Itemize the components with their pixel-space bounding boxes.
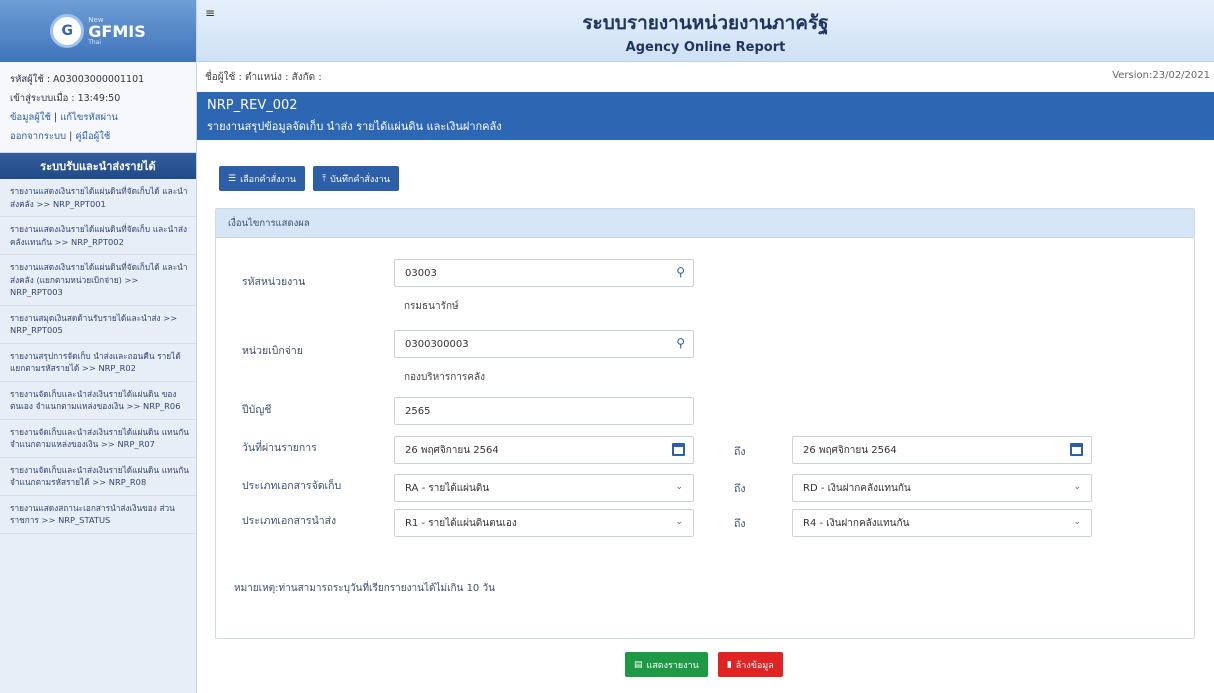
user-info: รหัสผู้ใช้ : A03003000001101 เข้าสู่ระบบ…	[0, 62, 196, 153]
collect-to-value: RD - เงินฝากคลังแทนกัน	[803, 482, 911, 494]
login-time: เข้าสู่ระบบเมื่อ : 13:49:50	[10, 93, 121, 104]
menu-item-rpt003[interactable]: รายงานแสดงเงินรายได้แผ่นดินที่จัดเก็บได้…	[0, 255, 196, 306]
remit-from-value: R1 - รายได้แผ่นดินตนเอง	[405, 517, 517, 529]
select-command-label: เลือกคำสั่งงาน	[240, 174, 297, 185]
fiscal-year-input[interactable]: 2565	[394, 397, 694, 425]
menu-item-rpt001[interactable]: รายงานแสดงเงินรายได้แผ่นดินที่จัดเก็บได้…	[0, 179, 196, 217]
disbursement-name: กองบริหารการคลัง	[404, 372, 485, 383]
fiscal-year-label: ปีบัญชี	[242, 404, 272, 416]
gfmis-logo[interactable]: G New GFMIS Thai	[50, 14, 146, 48]
menu-item-r08[interactable]: รายงานจัดเก็บและนำส่งเงินรายได้แผ่นดิน แ…	[0, 458, 196, 496]
chevron-down-icon: ⌄	[675, 482, 683, 492]
remit-doc-to-select[interactable]: R4 - เงินฝากคลังแทนกัน ⌄	[792, 509, 1092, 537]
app-root: G New GFMIS Thai รหัสผู้ใช้ : A030030000…	[0, 0, 1214, 693]
collect-from-value: RA - รายได้แผ่นดิน	[405, 482, 490, 494]
show-report-button[interactable]: ▤ แสดงรายงาน	[625, 652, 708, 677]
report-icon: ▤	[634, 659, 643, 670]
date-to-value: 26 พฤศจิกายน 2564	[803, 444, 897, 456]
logo-sub-text: Thai	[88, 38, 102, 46]
date-range-note: หมายเหตุ:ท่านสามารถระบุวันที่เรียกรายงาน…	[234, 583, 495, 594]
menu-item-rpt005[interactable]: รายงานสมุดเงินสดด้านรับรายได้และนำส่ง >>…	[0, 306, 196, 344]
menu-item-status[interactable]: รายงานแสดงสถานะเอกสารนำส่งเงินของ ส่วนรา…	[0, 496, 196, 534]
edit-password-link[interactable]: แก้ไขรหัสผ่าน	[60, 112, 118, 123]
user-line: ชื่อผู้ใช้ : ตำแหน่ง : สังกัด :	[205, 72, 322, 83]
date-from-value: 26 พฤศจิกายน 2564	[405, 444, 499, 456]
agency-input[interactable]: 03003 ⚲	[394, 259, 694, 287]
remit-to-value: R4 - เงินฝากคลังแทนกัน	[803, 517, 910, 529]
sidebar: G New GFMIS Thai รหัสผู้ใช้ : A030030000…	[0, 0, 197, 693]
date-from-input[interactable]: 26 พฤศจิกายน 2564	[394, 436, 694, 464]
to-label: ถึง	[734, 483, 746, 495]
list-icon: ☰	[228, 173, 237, 184]
report-title: รายงานสรุปข้อมูลจัดเก็บ นำส่ง รายได้แผ่น…	[207, 120, 502, 133]
report-code: NRP_REV_002	[207, 98, 298, 113]
to-label: ถึง	[734, 518, 746, 530]
panel-heading: เงื่อนไขการแสดงผล	[216, 209, 1194, 238]
collect-doc-label: ประเภทเอกสารจัดเก็บ	[242, 480, 342, 492]
chevron-down-icon: ⌄	[675, 517, 683, 527]
fiscal-year-value: 2565	[405, 405, 431, 417]
logo-area: G New GFMIS Thai	[0, 0, 196, 62]
top-header: ≡ ระบบรายงานหน่วยงานภาครัฐ Agency Online…	[197, 0, 1214, 62]
version-text: Version:23/02/2021	[1112, 70, 1210, 81]
post-date-label: วันที่ผ่านรายการ	[242, 442, 317, 454]
calendar-icon[interactable]	[672, 443, 685, 456]
disbursement-value: 0300300003	[405, 338, 469, 350]
condition-panel: เงื่อนไขการแสดงผล รหัสหน่วยงาน 03003 ⚲ ก…	[215, 208, 1195, 639]
menu-item-r07[interactable]: รายงานจัดเก็บและนำส่งเงินรายได้แผ่นดิน แ…	[0, 420, 196, 458]
menu-item-r02[interactable]: รายงานสรุปการจัดเก็บ นำส่งและถอนคืน รายไ…	[0, 344, 196, 382]
system-title-english: Agency Online Report	[625, 40, 786, 55]
upload-icon: ⤒	[322, 173, 327, 184]
user-info-link[interactable]: ข้อมูลผู้ใช้	[10, 112, 51, 123]
logo-icon: G	[50, 14, 85, 48]
remit-doc-label: ประเภทเอกสารนำส่ง	[242, 515, 337, 527]
disbursement-input[interactable]: 0300300003 ⚲	[394, 330, 694, 358]
menu-title: ระบบรับและนำส่งรายได้	[0, 153, 196, 179]
user-id: รหัสผู้ใช้ : A03003000001101	[10, 74, 145, 85]
remit-doc-from-select[interactable]: R1 - รายได้แผ่นดินตนเอง ⌄	[394, 509, 694, 537]
report-bar: NRP_REV_002 รายงานสรุปข้อมูลจัดเก็บ นำส่…	[197, 92, 1214, 140]
logo-main-text: GFMIS	[88, 21, 146, 41]
clear-button[interactable]: ▮ ล้างข้อมูล	[717, 652, 783, 677]
manual-link[interactable]: คู่มือผู้ใช้	[75, 131, 110, 142]
main-content: ☰ เลือกคำสั่งงาน ⤒ บันทึกคำสั่งงาน เงื่อ…	[197, 140, 1214, 693]
date-to-input[interactable]: 26 พฤศจิกายน 2564	[792, 436, 1092, 464]
select-command-button[interactable]: ☰ เลือกคำสั่งงาน	[219, 166, 306, 191]
agency-name: กรมธนารักษ์	[404, 301, 459, 312]
search-icon[interactable]: ⚲	[676, 336, 685, 350]
disbursement-label: หน่วยเบิกจ่าย	[242, 345, 303, 357]
to-label: ถึง	[734, 446, 746, 458]
clear-label: ล้างข้อมูล	[735, 660, 774, 671]
menu-item-rpt002[interactable]: รายงานแสดงเงินรายได้แผ่นดินที่จัดเก็บ แล…	[0, 217, 196, 255]
collect-doc-to-select[interactable]: RD - เงินฝากคลังแทนกัน ⌄	[792, 474, 1092, 502]
calendar-icon[interactable]	[1070, 443, 1083, 456]
logout-link[interactable]: ออกจากระบบ	[10, 131, 66, 142]
user-info-bar: ชื่อผู้ใช้ : ตำแหน่ง : สังกัด : Version:…	[197, 62, 1214, 92]
show-report-label: แสดงรายงาน	[646, 660, 699, 671]
chevron-down-icon: ⌄	[1073, 517, 1081, 527]
trash-icon: ▮	[726, 659, 732, 670]
save-command-label: บันทึกคำสั่งงาน	[330, 174, 390, 185]
menu-item-r06[interactable]: รายงานจัดเก็บและนำส่งเงินรายได้แผ่นดิน ข…	[0, 382, 196, 420]
collect-doc-from-select[interactable]: RA - รายได้แผ่นดิน ⌄	[394, 474, 694, 502]
chevron-down-icon: ⌄	[1073, 482, 1081, 492]
save-command-button[interactable]: ⤒ บันทึกคำสั่งงาน	[313, 166, 399, 191]
search-icon[interactable]: ⚲	[676, 265, 685, 279]
agency-value: 03003	[405, 267, 437, 279]
system-title-thai: ระบบรายงานหน่วยงานภาครัฐ	[582, 12, 829, 34]
agency-label: รหัสหน่วยงาน	[242, 276, 306, 288]
